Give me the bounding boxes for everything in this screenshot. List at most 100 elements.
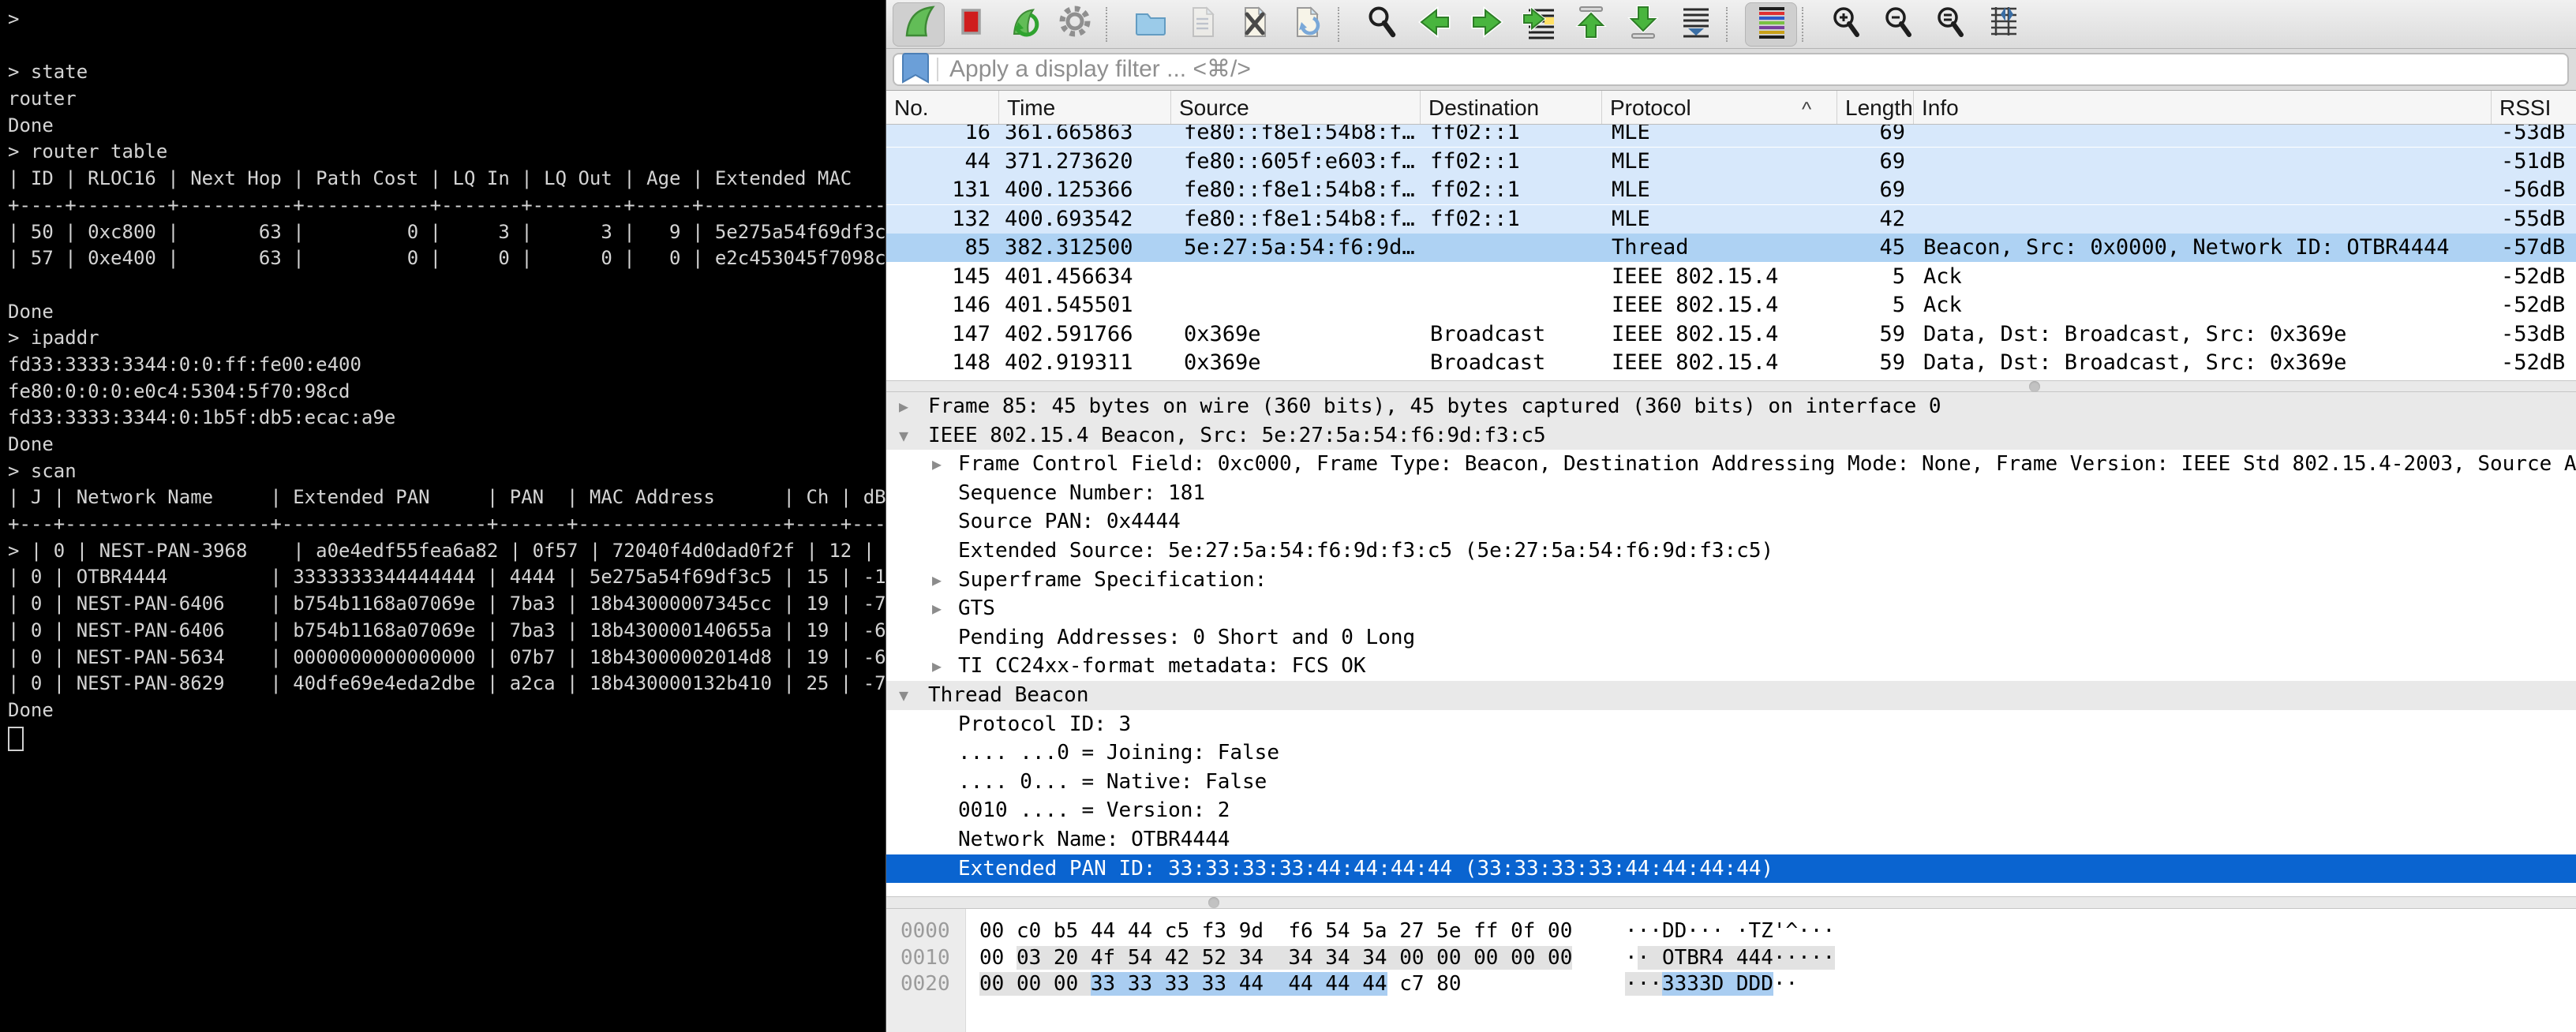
packet-cell-time: 400.125366 bbox=[999, 176, 1171, 204]
detail-row[interactable]: ▶TI CC24xx-format metadata: FCS OK bbox=[886, 652, 2576, 681]
find-packet-button[interactable] bbox=[1357, 2, 1409, 47]
detail-row[interactable]: Pending Addresses: 0 Short and 0 Long bbox=[886, 623, 2576, 652]
auto-scroll-button[interactable] bbox=[1669, 2, 1721, 47]
stop-capture-button[interactable] bbox=[945, 2, 997, 47]
packet-bytes-pane: 0000 00 c0 b5 44 44 c5 f3 9d f6 54 5a 27 … bbox=[886, 909, 2576, 1032]
hex-offset: 0000 bbox=[900, 918, 950, 944]
packet-row-85[interactable]: 85382.3125005e:27:5a:54:f6:9d…Thread45Be… bbox=[886, 234, 2576, 262]
expanded-triangle-icon[interactable]: ▼ bbox=[899, 421, 908, 451]
packet-row-44[interactable]: 44371.273620fe80::605f:e603:f…ff02::1MLE… bbox=[886, 148, 2576, 176]
detail-row[interactable]: ▶ GTS bbox=[886, 594, 2576, 623]
hex-row-0010[interactable]: 001000 03 20 4f 54 42 52 34 34 34 34 00 … bbox=[886, 945, 2576, 971]
restart-capture-button[interactable] bbox=[997, 2, 1049, 47]
column-header-destination[interactable]: Destination bbox=[1421, 91, 1602, 125]
detail-row[interactable]: ▶Frame 85: 45 bytes on wire (360 bits), … bbox=[886, 392, 2576, 421]
colorize-button[interactable] bbox=[1745, 2, 1797, 47]
display-filter-field[interactable] bbox=[893, 53, 2569, 86]
gear-icon bbox=[1057, 4, 1093, 44]
detail-row[interactable]: ▼Thread Beacon bbox=[886, 681, 2576, 710]
terminal-line bbox=[0, 33, 886, 60]
details-bytes-splitter[interactable] bbox=[886, 896, 2576, 909]
capture-options-button[interactable] bbox=[1049, 2, 1101, 47]
hex-bytes: 00 c0 b5 44 44 c5 f3 9d f6 54 5a 27 5e f… bbox=[979, 918, 1572, 944]
save-file-button[interactable] bbox=[1177, 2, 1229, 47]
terminal-line: > ipaddr bbox=[0, 325, 886, 352]
detail-row[interactable]: Extended PAN ID: 33:33:33:33:44:44:44:44… bbox=[886, 854, 2576, 884]
column-header-time[interactable]: Time bbox=[999, 91, 1171, 125]
packet-row-131[interactable]: 131400.125366fe80::f8e1:54b8:f…ff02::1ML… bbox=[886, 176, 2576, 204]
hex-row-0020[interactable]: 002000 00 00 33 33 33 33 44 44 44 44 c7 … bbox=[886, 971, 2576, 997]
packet-row-132[interactable]: 132400.693542fe80::f8e1:54b8:f…ff02::1ML… bbox=[886, 205, 2576, 234]
splitter-dimple-icon bbox=[1208, 897, 1219, 908]
next-packet-button[interactable] bbox=[1461, 2, 1513, 47]
packet-cell-source: fe80::605f:e603:f… bbox=[1171, 148, 1421, 176]
hex-bytes: 00 03 20 4f 54 42 52 34 34 34 34 00 00 0… bbox=[979, 945, 1572, 971]
detail-row[interactable]: Extended Source: 5e:27:5a:54:f6:9d:f3:c5… bbox=[886, 537, 2576, 566]
packet-cell-rssi: -52dB bbox=[2492, 263, 2576, 291]
collapsed-triangle-icon[interactable]: ▶ bbox=[899, 392, 908, 421]
packet-cell-time: 371.273620 bbox=[999, 148, 1171, 176]
packet-row-16[interactable]: 16361.665863fe80::f8e1:54b8:f…ff02::1MLE… bbox=[886, 125, 2576, 147]
expanded-triangle-icon[interactable]: ▼ bbox=[899, 681, 908, 710]
zoom-out-button[interactable] bbox=[1873, 2, 1925, 47]
detail-row-text: .... 0... = Native: False bbox=[958, 768, 1267, 797]
detail-row[interactable]: ▶ Superframe Specification: bbox=[886, 566, 2576, 595]
reload-file-button[interactable] bbox=[1281, 2, 1333, 47]
open-file-button[interactable] bbox=[1125, 2, 1177, 47]
packet-cell-no: 132 bbox=[886, 205, 999, 234]
column-header-length[interactable]: Length bbox=[1837, 91, 1914, 125]
detail-row[interactable]: 0010 .... = Version: 2 bbox=[886, 796, 2576, 825]
column-header-no[interactable]: No. bbox=[886, 91, 999, 125]
packet-row-145[interactable]: 145401.456634IEEE 802.15.45Ack-52dB bbox=[886, 263, 2576, 291]
detail-row[interactable]: Source PAN: 0x4444 bbox=[886, 507, 2576, 537]
detail-row[interactable]: ▶Frame Control Field: 0xc000, Frame Type… bbox=[886, 450, 2576, 479]
go-to-packet-button[interactable] bbox=[1513, 2, 1565, 47]
packet-cell-source: 5e:27:5a:54:f6:9d… bbox=[1171, 234, 1421, 262]
hex-row-0000[interactable]: 0000 00 c0 b5 44 44 c5 f3 9d f6 54 5a 27 … bbox=[886, 918, 2576, 944]
packet-cell-source: fe80::f8e1:54b8:f… bbox=[1171, 125, 1421, 147]
collapsed-triangle-icon[interactable]: ▶ bbox=[932, 566, 942, 595]
filter-bookmark-icon[interactable] bbox=[902, 52, 929, 88]
packet-cell-protocol: IEEE 802.15.4 bbox=[1602, 349, 1837, 377]
display-filter-input[interactable] bbox=[948, 54, 2567, 84]
detail-row[interactable]: .... ...0 = Joining: False bbox=[886, 738, 2576, 768]
collapsed-triangle-icon[interactable]: ▶ bbox=[932, 652, 942, 681]
packet-cell-rssi: -53dB bbox=[2492, 125, 2576, 147]
close-file-button[interactable] bbox=[1229, 2, 1281, 47]
packet-row-146[interactable]: 146401.545501IEEE 802.15.45Ack-52dB bbox=[886, 291, 2576, 320]
detail-row-text: GTS bbox=[958, 594, 995, 623]
packet-row-148[interactable]: 148402.9193110x369eBroadcastIEEE 802.15.… bbox=[886, 349, 2576, 377]
detail-row[interactable]: Sequence Number: 181 bbox=[886, 479, 2576, 508]
detail-row[interactable]: ▼IEEE 802.15.4 Beacon, Src: 5e:27:5a:54:… bbox=[886, 421, 2576, 451]
packet-cell-rssi: -57dB bbox=[2492, 234, 2576, 262]
restart-icon bbox=[1005, 4, 1041, 44]
toolbar-separator bbox=[1106, 7, 1120, 42]
packet-cell-info bbox=[1914, 125, 2492, 147]
zoom-in-button[interactable] bbox=[1821, 2, 1873, 47]
terminal-line: | ID | RLOC16 | Next Hop | Path Cost | L… bbox=[0, 166, 886, 193]
column-header-source[interactable]: Source bbox=[1171, 91, 1421, 125]
zoom-reset-button[interactable] bbox=[1925, 2, 1977, 47]
packet-cell-no: 131 bbox=[886, 176, 999, 204]
wireshark-capture-button[interactable] bbox=[893, 2, 945, 47]
packet-cell-destination: ff02::1 bbox=[1421, 148, 1602, 176]
detail-row[interactable]: Network Name: OTBR4444 bbox=[886, 825, 2576, 854]
terminal-pane[interactable]: >> staterouterDone> router table| ID | R… bbox=[0, 0, 886, 1032]
packet-row-147[interactable]: 147402.5917660x369eBroadcastIEEE 802.15.… bbox=[886, 320, 2576, 349]
packet-cell-info bbox=[1914, 205, 2492, 234]
collapsed-triangle-icon[interactable]: ▶ bbox=[932, 594, 942, 623]
first-packet-button[interactable] bbox=[1565, 2, 1617, 47]
packet-list-details-splitter[interactable] bbox=[886, 380, 2576, 392]
detail-row[interactable]: .... 0... = Native: False bbox=[886, 768, 2576, 797]
last-packet-button[interactable] bbox=[1617, 2, 1669, 47]
column-header-info[interactable]: Info bbox=[1914, 91, 2492, 125]
collapsed-triangle-icon[interactable]: ▶ bbox=[932, 450, 942, 479]
resize-columns-button[interactable] bbox=[1977, 2, 2029, 47]
previous-packet-button[interactable] bbox=[1409, 2, 1461, 47]
packet-cell-destination: Broadcast bbox=[1421, 320, 1602, 349]
column-header-rssi[interactable]: RSSI bbox=[2492, 91, 2576, 125]
detail-row-text: Superframe Specification: bbox=[958, 566, 1267, 595]
packet-cell-protocol: MLE bbox=[1602, 148, 1837, 176]
detail-row[interactable]: Protocol ID: 3 bbox=[886, 710, 2576, 739]
closedoc-icon bbox=[1237, 4, 1273, 44]
